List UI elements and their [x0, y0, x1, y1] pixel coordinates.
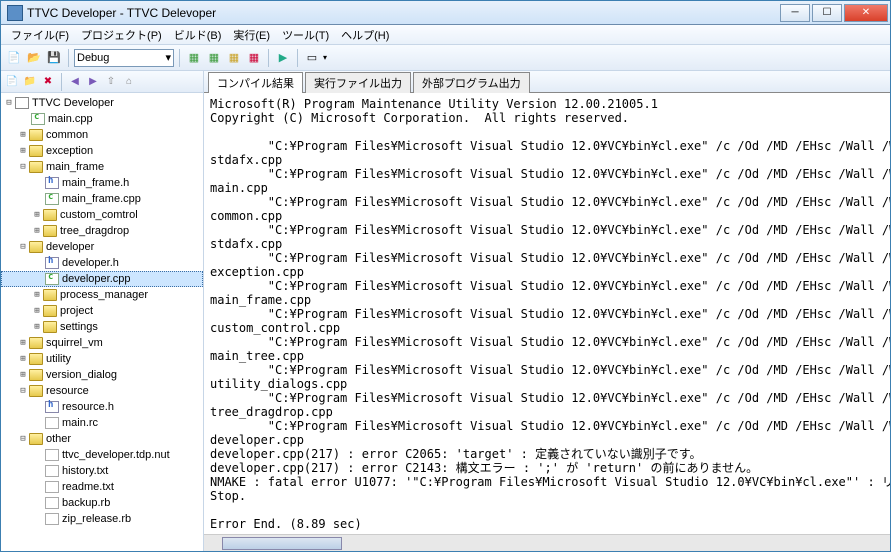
tree-folder[interactable]: ⊞settings — [1, 319, 203, 335]
save-icon[interactable]: 💾 — [45, 49, 63, 67]
tree-folder[interactable]: ⊞custom_comtrol — [1, 207, 203, 223]
config-combo[interactable]: Debug▾ — [74, 49, 174, 67]
scrollbar-thumb[interactable] — [222, 537, 342, 550]
tree-file[interactable]: main_frame.cpp — [1, 191, 203, 207]
chevron-down-icon[interactable]: ▾ — [323, 53, 327, 62]
open-folder-icon[interactable]: 📂 — [25, 49, 43, 67]
tree-right-icon[interactable]: ▶ — [85, 74, 101, 90]
tree-root[interactable]: ⊟TTVC Developer — [1, 95, 203, 111]
close-button[interactable]: ✕ — [844, 4, 888, 22]
grid2-icon[interactable]: ▦ — [205, 49, 223, 67]
tree-folder[interactable]: ⊟other — [1, 431, 203, 447]
tree-folder[interactable]: ⊞tree_dragdrop — [1, 223, 203, 239]
minimize-button[interactable]: ─ — [780, 4, 810, 22]
menu-file[interactable]: ファイル(F) — [5, 25, 75, 45]
tree-folder[interactable]: ⊞squirrel_vm — [1, 335, 203, 351]
maximize-button[interactable]: ☐ — [812, 4, 842, 22]
tree-file[interactable]: developer.h — [1, 255, 203, 271]
tree-folder[interactable]: ⊟main_frame — [1, 159, 203, 175]
menu-help[interactable]: ヘルプ(H) — [335, 25, 395, 45]
tree-file[interactable]: history.txt — [1, 463, 203, 479]
project-tree[interactable]: ⊟TTVC Developer main.cpp ⊞common ⊞except… — [1, 93, 203, 551]
tree-file[interactable]: main.rc — [1, 415, 203, 431]
tree-folder[interactable]: ⊞exception — [1, 143, 203, 159]
menu-tools[interactable]: ツール(T) — [276, 25, 335, 45]
tree-folder-icon[interactable]: 📁 — [22, 74, 38, 90]
tab-external-output[interactable]: 外部プログラム出力 — [413, 72, 530, 93]
tree-folder[interactable]: ⊞version_dialog — [1, 367, 203, 383]
tree-folder[interactable]: ⊞project — [1, 303, 203, 319]
app-icon — [7, 5, 23, 21]
tree-new-icon[interactable]: 📄 — [4, 74, 20, 90]
output-text[interactable]: Microsoft(R) Program Maintenance Utility… — [204, 93, 890, 534]
tree-file[interactable]: backup.rb — [1, 495, 203, 511]
output-pane: コンパイル結果 実行ファイル出力 外部プログラム出力 Microsoft(R) … — [204, 71, 890, 551]
tree-file[interactable]: readme.txt — [1, 479, 203, 495]
tree-folder[interactable]: ⊞utility — [1, 351, 203, 367]
tree-file[interactable]: main.cpp — [1, 111, 203, 127]
menu-build[interactable]: ビルド(B) — [168, 25, 228, 45]
new-file-icon[interactable]: 📄 — [5, 49, 23, 67]
main-toolbar: 📄 📂 💾 Debug▾ ▦ ▦ ▦ ▦ ▶ ▭ ▾ — [1, 45, 890, 71]
titlebar[interactable]: TTVC Developer - TTVC Delevoper ─ ☐ ✕ — [1, 1, 890, 25]
horizontal-scrollbar[interactable] — [204, 534, 890, 551]
tree-folder[interactable]: ⊞common — [1, 127, 203, 143]
tree-file-selected[interactable]: developer.cpp — [1, 271, 203, 287]
window-title: TTVC Developer - TTVC Delevoper — [27, 6, 780, 20]
window-icon[interactable]: ▭ — [303, 49, 321, 67]
tree-file[interactable]: ttvc_developer.tdp.nut — [1, 447, 203, 463]
menu-project[interactable]: プロジェクト(P) — [75, 25, 168, 45]
tree-left-icon[interactable]: ◀ — [67, 74, 83, 90]
output-tabs: コンパイル結果 実行ファイル出力 外部プログラム出力 — [204, 71, 890, 93]
tree-file[interactable]: resource.h — [1, 399, 203, 415]
tab-compile-result[interactable]: コンパイル結果 — [208, 72, 303, 93]
grid3-icon[interactable]: ▦ — [225, 49, 243, 67]
tree-folder[interactable]: ⊟resource — [1, 383, 203, 399]
tree-delete-icon[interactable]: ✖ — [40, 74, 56, 90]
tree-folder[interactable]: ⊞process_manager — [1, 287, 203, 303]
tree-toolbar: 📄 📁 ✖ ◀ ▶ ⇧ ⌂ — [1, 71, 203, 93]
menubar: ファイル(F) プロジェクト(P) ビルド(B) 実行(E) ツール(T) ヘル… — [1, 25, 890, 45]
tab-exe-output[interactable]: 実行ファイル出力 — [305, 72, 411, 93]
tree-folder[interactable]: ⊟developer — [1, 239, 203, 255]
run-icon[interactable]: ▶ — [274, 49, 292, 67]
tree-file[interactable]: zip_release.rb — [1, 511, 203, 527]
tree-home-icon[interactable]: ⌂ — [121, 74, 137, 90]
menu-run[interactable]: 実行(E) — [227, 25, 276, 45]
grid1-icon[interactable]: ▦ — [185, 49, 203, 67]
chevron-down-icon: ▾ — [165, 51, 171, 64]
tree-file[interactable]: main_frame.h — [1, 175, 203, 191]
tree-up-icon[interactable]: ⇧ — [103, 74, 119, 90]
project-tree-pane: 📄 📁 ✖ ◀ ▶ ⇧ ⌂ ⊟TTVC Developer main.cpp ⊞… — [1, 71, 204, 551]
grid4-icon[interactable]: ▦ — [245, 49, 263, 67]
